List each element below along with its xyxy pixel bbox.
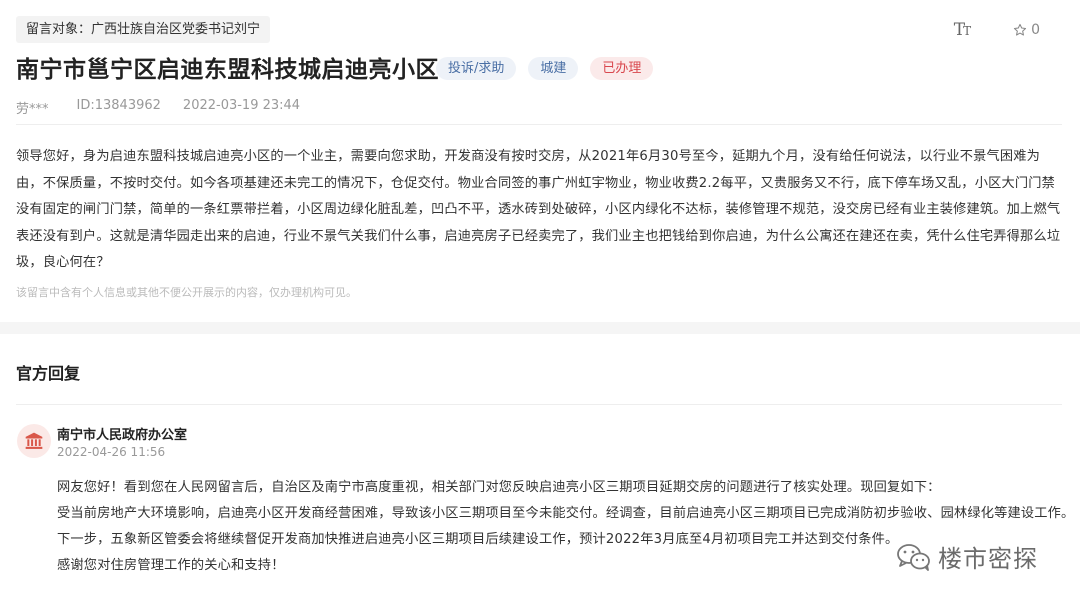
tag-category[interactable]: 投诉/求助 xyxy=(436,57,517,80)
privacy-note: 该留言中含有个人信息或其他不便公开展示的内容，仅办理机构可见。 xyxy=(16,286,357,299)
star-icon xyxy=(1014,23,1027,36)
avatar xyxy=(17,424,51,458)
toolbar: TT 0 xyxy=(954,20,1040,40)
section-separator xyxy=(0,322,1080,334)
message-meta: 劳*** ID:13843962 2022-03-19 23:44 xyxy=(16,98,300,117)
favorite-button[interactable]: 0 xyxy=(1013,22,1040,38)
watermark: 楼市密探 xyxy=(896,539,1038,574)
divider xyxy=(16,124,1062,125)
divider xyxy=(16,404,1062,405)
message-date: 2022-03-19 23:44 xyxy=(182,98,301,113)
author-name: 劳*** xyxy=(16,102,49,117)
font-size-icon[interactable]: TT xyxy=(954,20,971,40)
wechat-icon xyxy=(897,543,930,571)
official-reply-heading: 官方回复 xyxy=(16,364,81,383)
reply-paragraph: 网友您好！看到您在人民网留言后，自治区及南宁市高度重视，相关部门对您反映启迪亮小… xyxy=(57,480,941,495)
page-title: 南宁市邕宁区启迪东盟科技城启迪亮小区 xyxy=(16,57,439,83)
reply-time: 2022-04-26 11:56 xyxy=(57,445,166,459)
favorite-count: 0 xyxy=(1031,22,1040,38)
message-body: 领导您好，身为启迪东盟科技城启迪亮小区的一个业主，需要向您求助，开发商没有按时交… xyxy=(16,149,1061,270)
reply-paragraph: 受当前房地产大环境影响，启迪亮小区开发商经营困难，导致该小区三期项目至今未能交付… xyxy=(57,506,1075,521)
tag-domain[interactable]: 城建 xyxy=(528,57,579,80)
status-badge: 已办理 xyxy=(590,57,654,80)
watermark-text: 楼市密探 xyxy=(938,545,1038,573)
message-target-chip: 留言对象：广西壮族自治区党委书记刘宁 xyxy=(16,16,271,43)
reply-office-name: 南宁市人民政府办公室 xyxy=(57,428,188,443)
tag-list: 投诉/求助 城建 已办理 xyxy=(436,57,654,80)
government-building-icon xyxy=(25,432,43,449)
message-id: ID:13843962 xyxy=(76,98,161,113)
message-header: 留言对象：广西壮族自治区党委书记刘宁 TT 0 南宁市邕宁区启迪东盟科技城启迪亮… xyxy=(0,0,1080,120)
